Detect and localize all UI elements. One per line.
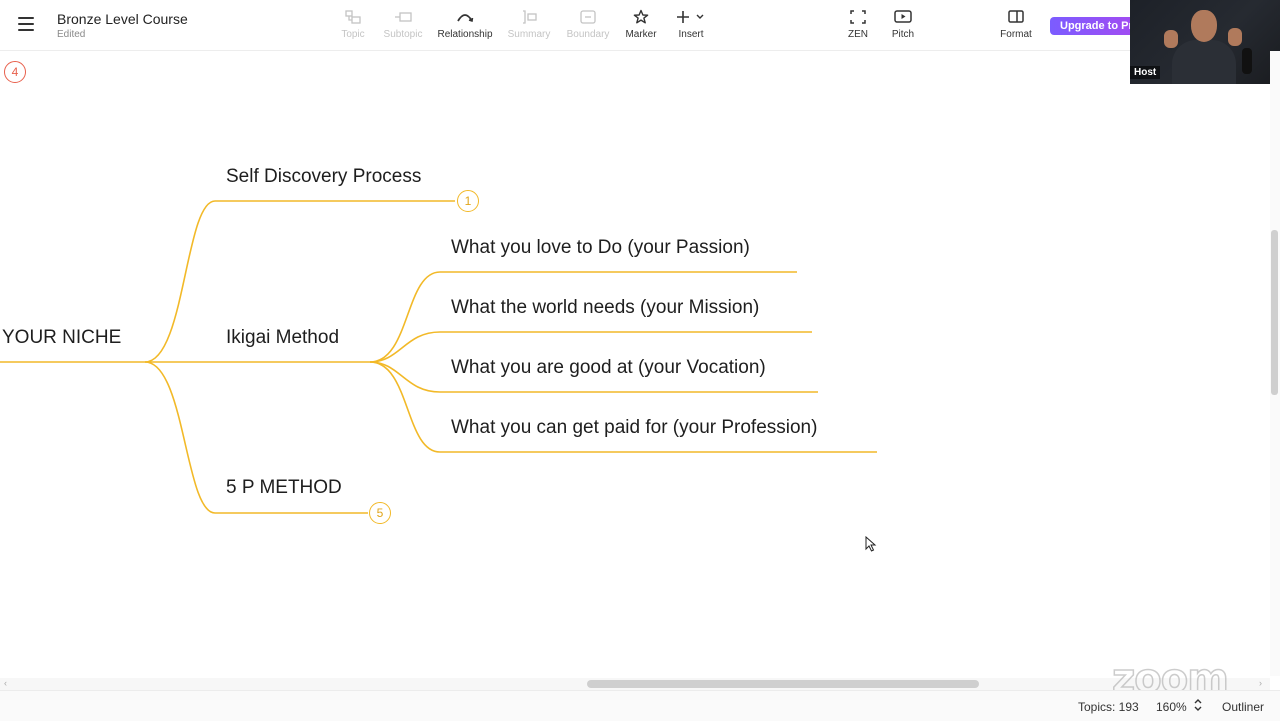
zen-button[interactable]: ZEN [846, 8, 870, 44]
topics-count: Topics: 193 [1078, 700, 1139, 714]
outliner-button[interactable]: Outliner [1222, 700, 1264, 714]
pitch-play-icon [894, 8, 912, 26]
subtopic-mission[interactable]: What the world needs (your Mission) [451, 297, 759, 319]
topic-ikigai-method[interactable]: Ikigai Method [226, 327, 339, 349]
vertical-scrollbar-thumb[interactable] [1271, 230, 1278, 395]
subtopic-vocation[interactable]: What you are good at (your Vocation) [451, 357, 766, 379]
menu-icon[interactable] [18, 17, 36, 31]
host-hand-right [1228, 28, 1242, 46]
host-head [1191, 10, 1217, 42]
document-title[interactable]: Bronze Level Course [57, 11, 188, 27]
upgrade-button[interactable]: Upgrade to Pro [1050, 17, 1132, 35]
subtopic-button[interactable]: Subtopic [382, 8, 424, 44]
topic-icon [345, 8, 361, 26]
summary-icon [521, 8, 537, 26]
collapsed-count-badge[interactable]: 5 [369, 502, 391, 524]
subtopic-profession[interactable]: What you can get paid for (your Professi… [451, 417, 817, 439]
subtopic-passion[interactable]: What you love to Do (your Passion) [451, 237, 750, 259]
format-button[interactable]: Format [998, 8, 1034, 44]
summary-button[interactable]: Summary [507, 8, 551, 44]
relationship-icon [456, 8, 474, 26]
relationship-button[interactable]: Relationship [437, 8, 493, 44]
star-icon [633, 8, 649, 26]
collapsed-count-badge[interactable]: 1 [457, 190, 479, 212]
document-status: Edited [57, 29, 86, 40]
mindmap-canvas[interactable]: 4 YOUR NICHE Self Discovery Process 1 Ik… [0, 51, 1270, 676]
marker-button[interactable]: Marker [623, 8, 659, 44]
root-topic[interactable]: YOUR NICHE [2, 327, 121, 349]
pitch-button[interactable]: Pitch [890, 8, 916, 44]
mouse-cursor-icon [865, 536, 877, 552]
host-hand-left [1164, 30, 1178, 48]
zen-fullscreen-icon [850, 8, 866, 26]
scroll-right-icon[interactable]: › [1259, 678, 1262, 688]
format-panel-icon [1008, 8, 1024, 26]
boundary-button[interactable]: Boundary [566, 8, 610, 44]
plus-icon [677, 11, 704, 23]
topic-5p-method[interactable]: 5 P METHOD [226, 477, 342, 499]
zoom-level[interactable]: 160% [1156, 700, 1187, 714]
boundary-icon [580, 8, 596, 26]
status-bar: Topics: 193 160% Outliner [0, 690, 1280, 721]
horizontal-scrollbar-thumb[interactable] [587, 680, 979, 688]
collapsed-count-badge[interactable]: 4 [4, 61, 26, 83]
insert-button[interactable]: Insert [673, 8, 709, 44]
subtopic-icon [394, 8, 412, 26]
top-toolbar: Bronze Level Course Edited Topic Subtopi… [0, 0, 1280, 51]
topic-button[interactable]: Topic [338, 8, 368, 44]
scroll-left-icon[interactable]: ‹ [4, 678, 7, 688]
topic-self-discovery[interactable]: Self Discovery Process [226, 166, 421, 188]
zoom-stepper-icon[interactable] [1193, 697, 1203, 716]
